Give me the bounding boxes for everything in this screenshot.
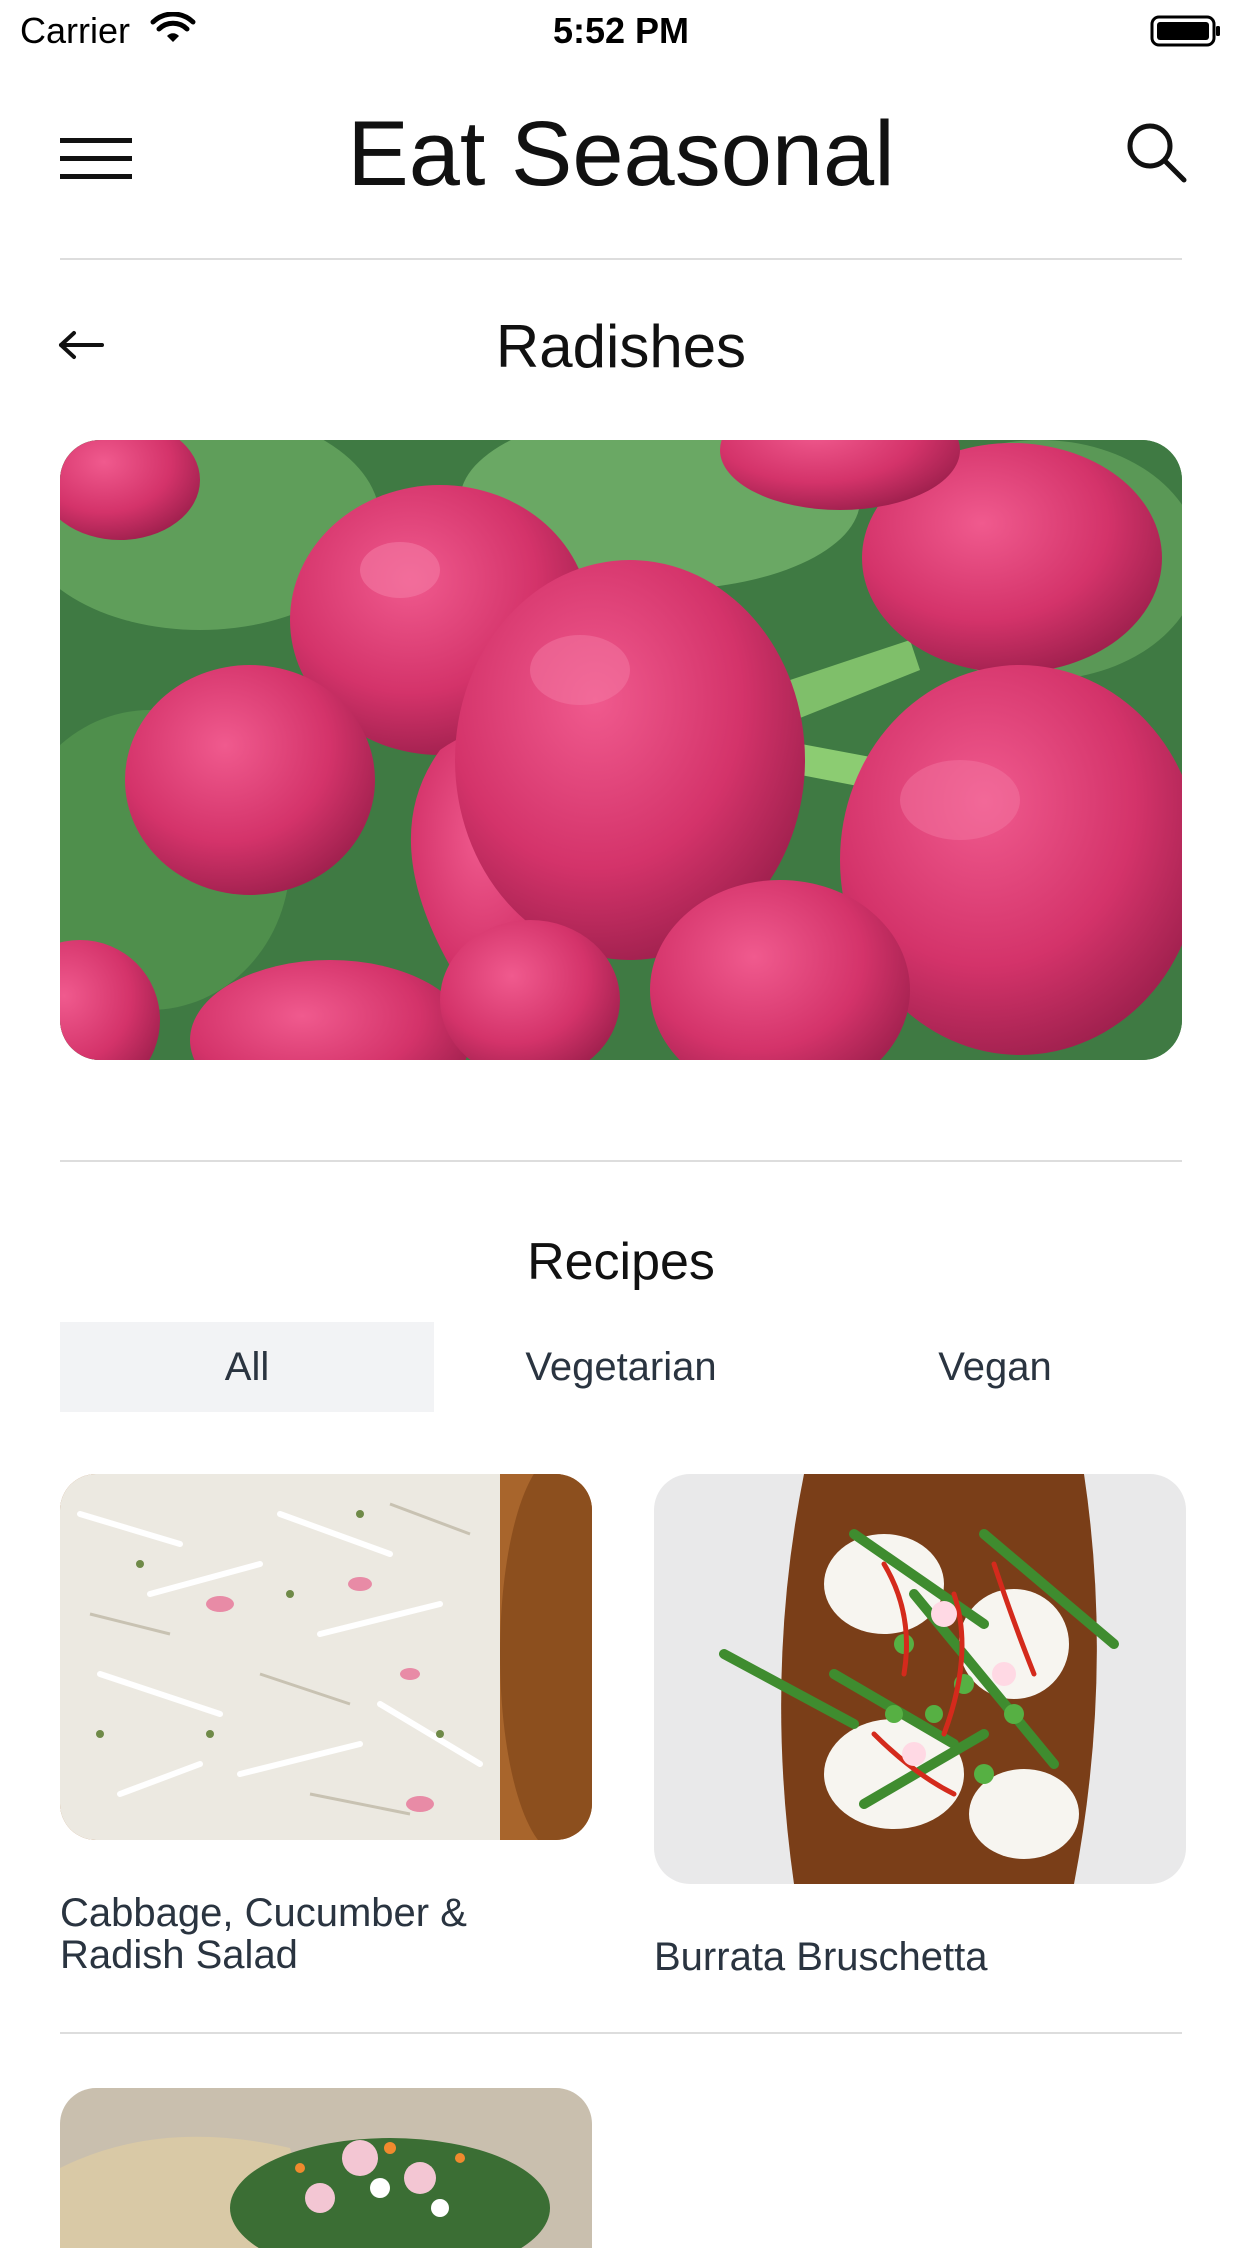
page-title: Radishes xyxy=(495,313,747,380)
sandwich-illustration xyxy=(60,2088,592,2248)
recipe-image xyxy=(654,1474,1186,1884)
filter-tab-all[interactable]: All xyxy=(60,1322,434,1412)
recipe-title: Burrata Bruschetta xyxy=(654,1935,988,1979)
filter-tab-vegetarian[interactable]: Vegetarian xyxy=(434,1322,808,1412)
status-bar: Carrier 5:52 PM xyxy=(0,0,1242,62)
radish-illustration xyxy=(60,440,1182,1060)
header-divider xyxy=(60,258,1182,260)
recipes-heading: Recipes xyxy=(527,1233,715,1291)
recipe-image xyxy=(60,2088,592,2248)
recipe-filter-tabs: All Vegetarian Vegan xyxy=(60,1322,1182,1412)
hero-image xyxy=(60,440,1182,1060)
section-divider xyxy=(60,1160,1182,1162)
recipe-image xyxy=(60,1474,592,1840)
recipe-title: Cabbage, Cucumber & Radish Salad xyxy=(60,1891,467,1977)
bruschetta-illustration xyxy=(654,1474,1186,1884)
recipe-card[interactable]: Burrata Bruschetta xyxy=(654,1474,1186,1978)
filter-tab-vegan[interactable]: Vegan xyxy=(808,1322,1182,1412)
battery-icon xyxy=(1150,15,1220,47)
recipe-card[interactable] xyxy=(60,2088,592,2248)
salad-illustration xyxy=(60,1474,592,1840)
search-icon[interactable] xyxy=(1124,120,1188,184)
app-bar: Eat Seasonal xyxy=(0,62,1242,258)
status-time: 5:52 PM xyxy=(552,10,690,51)
recipe-card[interactable]: Cabbage, Cucumber & Radish Salad xyxy=(60,1474,592,1976)
app-title: Eat Seasonal xyxy=(347,103,895,205)
recipes-row-divider xyxy=(60,2032,1182,2034)
